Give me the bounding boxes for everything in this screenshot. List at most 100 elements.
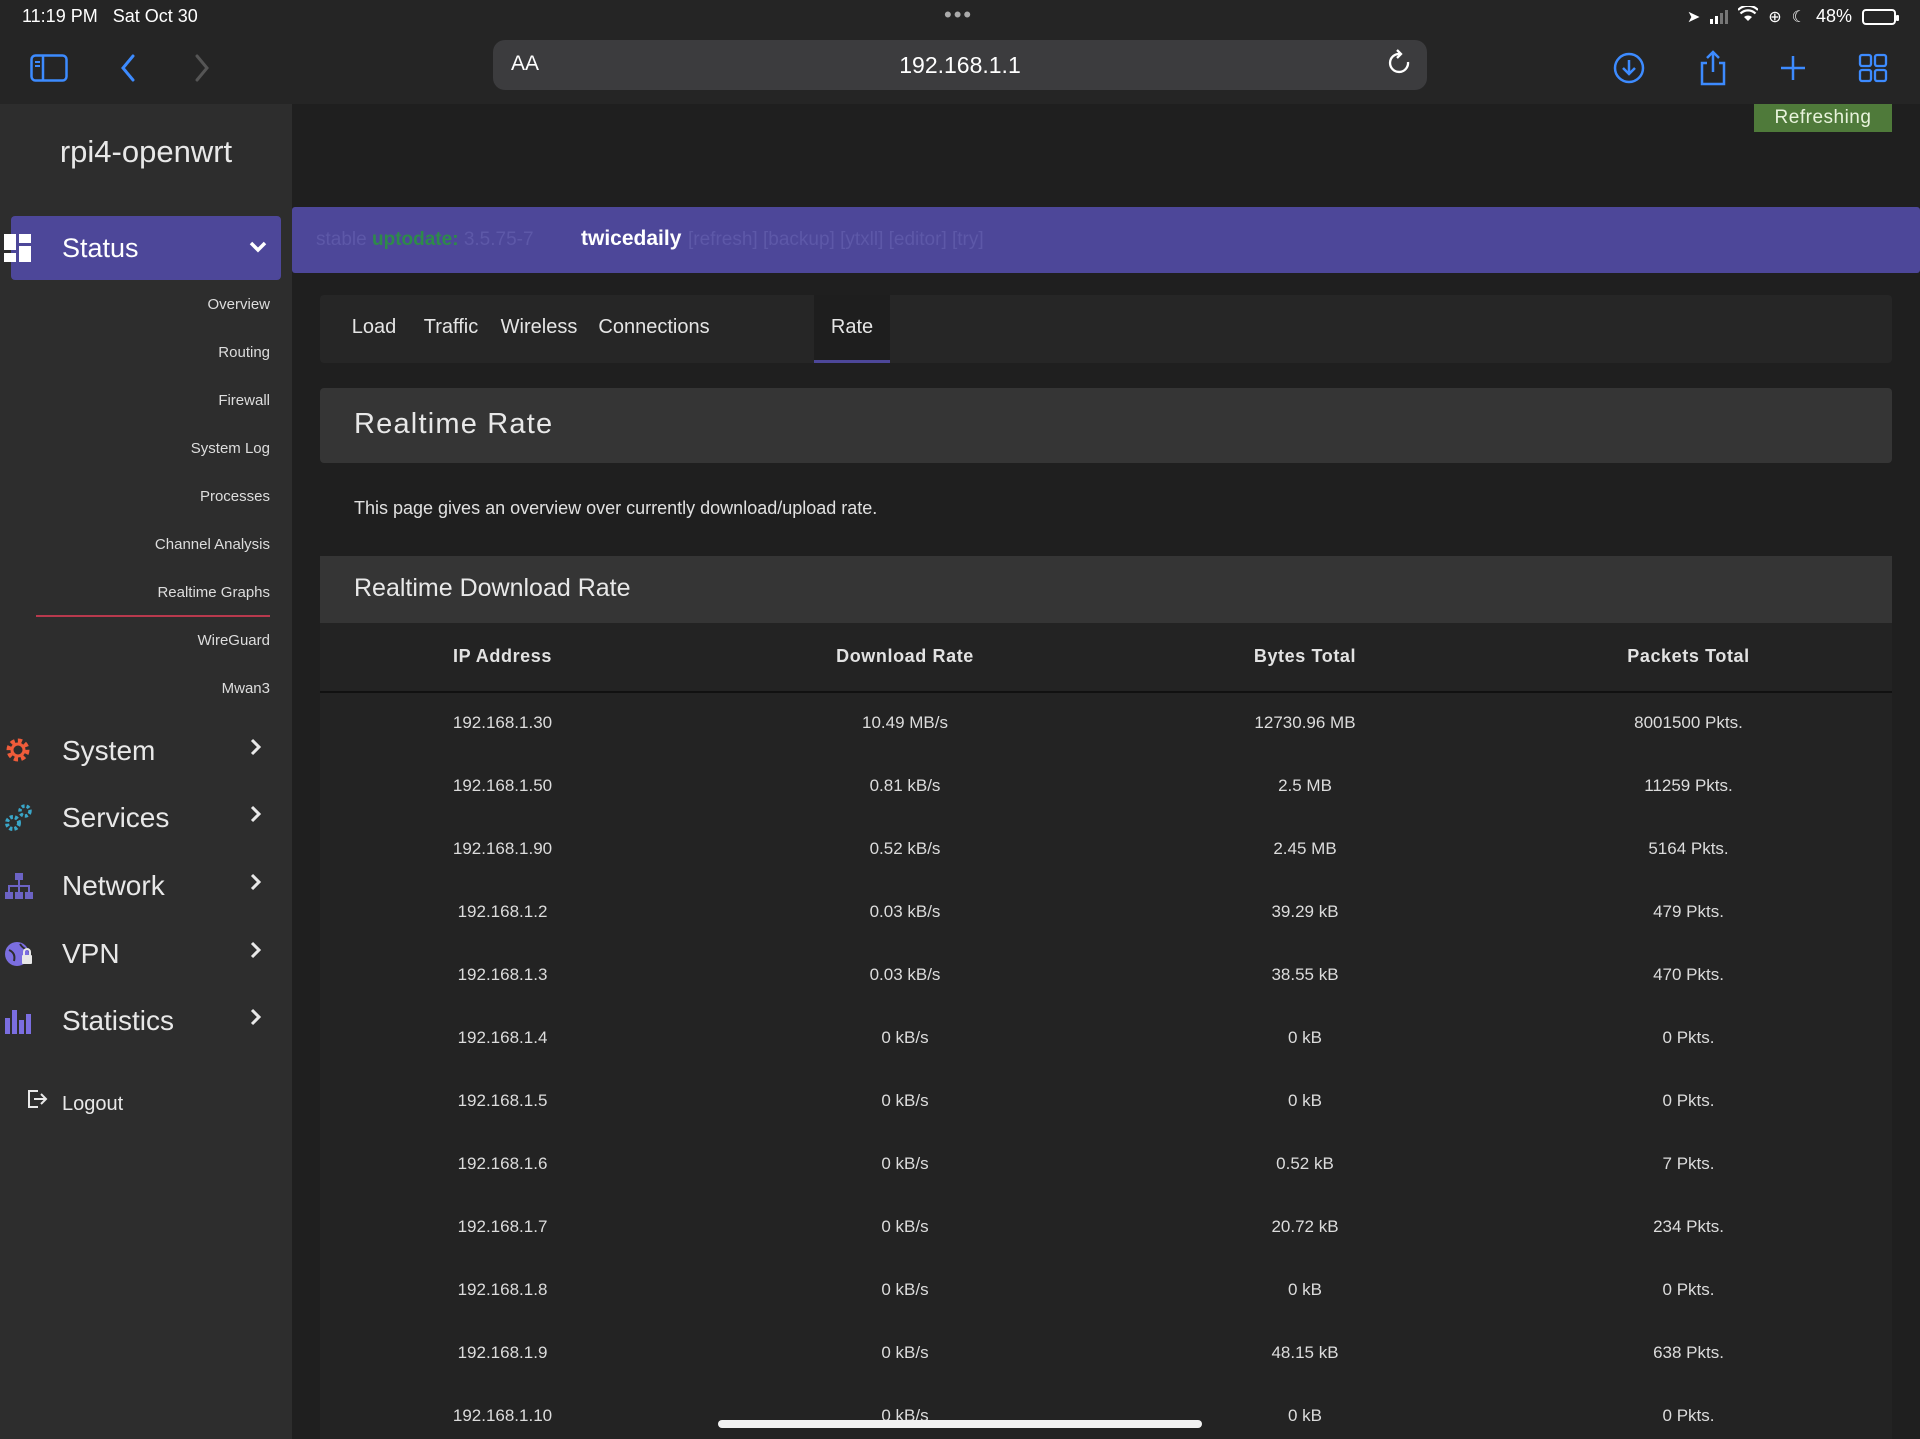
sidebar-menu-services[interactable]: Services bbox=[0, 796, 292, 840]
cogs-icon bbox=[4, 803, 34, 833]
tab-connections[interactable]: Connections bbox=[588, 295, 720, 363]
chevron-right-icon bbox=[250, 802, 262, 830]
sidebar-menu-label: VPN bbox=[62, 938, 120, 969]
cell-ip-address: 192.168.1.90 bbox=[452, 839, 553, 858]
cell-ip-address: 192.168.1.10 bbox=[452, 1406, 553, 1425]
sidebar-menu-label: Statistics bbox=[62, 1005, 175, 1036]
cell-packets-total: 11259 Pkts. bbox=[1644, 776, 1733, 795]
banner-prefix: stable uptodate: 3.5.75-7 bbox=[316, 229, 534, 250]
page-title: Realtime Rate bbox=[354, 408, 554, 440]
column-header-download-rate[interactable]: Download Rate bbox=[685, 646, 1125, 667]
tab-load[interactable]: Load bbox=[336, 295, 412, 363]
sidebar-item-firewall[interactable]: Firewall bbox=[218, 392, 270, 409]
table-row: 192.168.1.10 0 kB/s 0 kB 0 Pkts. bbox=[320, 1386, 1892, 1439]
network-icon bbox=[4, 871, 34, 901]
home-indicator[interactable] bbox=[718, 1420, 1202, 1428]
tab-rate[interactable]: Rate bbox=[814, 295, 890, 363]
table-row: 192.168.1.50 0.81 kB/s 2.5 MB 11259 Pkts. bbox=[320, 756, 1892, 819]
sidebar-toggle-icon[interactable] bbox=[29, 48, 69, 88]
table-row: 192.168.1.9 0 kB/s 48.15 kB 638 Pkts. bbox=[320, 1323, 1892, 1386]
chevron-right-icon bbox=[250, 1005, 262, 1033]
forward-icon[interactable] bbox=[182, 48, 222, 88]
share-icon[interactable] bbox=[1693, 48, 1733, 88]
cell-packets-total: 7 Pkts. bbox=[1662, 1154, 1715, 1173]
column-header-bytes-total[interactable]: Bytes Total bbox=[1125, 646, 1485, 667]
sidebar-item-wireguard[interactable]: WireGuard bbox=[197, 632, 270, 649]
cell-download-rate: 0 kB/s bbox=[881, 1028, 929, 1047]
back-icon[interactable] bbox=[108, 48, 148, 88]
cell-bytes-total: 48.15 kB bbox=[1271, 1343, 1339, 1362]
sidebar-item-realtime-graphs[interactable]: Realtime Graphs bbox=[157, 584, 270, 601]
cell-ip-address: 192.168.1.5 bbox=[457, 1091, 548, 1110]
sidebar-menu-label: Status bbox=[62, 233, 139, 263]
cell-bytes-total: 2.45 MB bbox=[1273, 839, 1337, 858]
sidebar-item-mwan3[interactable]: Mwan3 bbox=[222, 680, 270, 697]
sidebar-item-processes[interactable]: Processes bbox=[200, 488, 270, 505]
cell-bytes-total: 0 kB bbox=[1287, 1280, 1323, 1299]
table-row: 192.168.1.4 0 kB/s 0 kB 0 Pkts. bbox=[320, 1008, 1892, 1071]
sidebar-menu-vpn[interactable]: VPN bbox=[0, 932, 292, 976]
sidebar-item-channel-analysis[interactable]: Channel Analysis bbox=[155, 536, 270, 553]
table-row: 192.168.1.2 0.03 kB/s 39.29 kB 479 Pkts. bbox=[320, 882, 1892, 945]
table-row: 192.168.1.8 0 kB/s 0 kB 0 Pkts. bbox=[320, 1260, 1892, 1323]
multitasking-dots-icon[interactable]: ••• bbox=[944, 2, 973, 28]
cell-download-rate: 0 kB/s bbox=[881, 1154, 929, 1173]
banner-highlight[interactable]: twicedaily bbox=[581, 227, 681, 251]
sidebar-menu-label: Services bbox=[62, 802, 170, 833]
cell-download-rate: 0 kB/s bbox=[881, 1217, 929, 1236]
cell-packets-total: 0 Pkts. bbox=[1662, 1028, 1715, 1047]
cell-ip-address: 192.168.1.9 bbox=[457, 1343, 548, 1362]
cell-bytes-total: 0 kB bbox=[1287, 1091, 1323, 1110]
cell-ip-address: 192.168.1.8 bbox=[457, 1280, 548, 1299]
cell-ip-address: 192.168.1.6 bbox=[457, 1154, 548, 1173]
dashboard-icon bbox=[4, 234, 32, 262]
table-row: 192.168.1.5 0 kB/s 0 kB 0 Pkts. bbox=[320, 1071, 1892, 1134]
tab-traffic[interactable]: Traffic bbox=[412, 295, 490, 363]
cell-packets-total: 0 Pkts. bbox=[1662, 1091, 1715, 1110]
banner-status: uptodate: bbox=[371, 229, 459, 250]
banner-links[interactable]: [refresh] [backup] [ytxll] [editor] [try… bbox=[688, 229, 984, 251]
cell-download-rate: 0.03 kB/s bbox=[869, 965, 941, 984]
banner-version: 3.5.75-7 bbox=[463, 229, 534, 250]
logout-link[interactable]: Logout bbox=[26, 1088, 123, 1116]
cell-download-rate: 0.03 kB/s bbox=[869, 902, 941, 921]
sidebar-item-system-log[interactable]: System Log bbox=[191, 440, 270, 457]
update-banner: stable uptodate: 3.5.75-7 twicedaily [re… bbox=[292, 207, 1920, 273]
status-right-group: ➤ ⊕ ☾ 48% bbox=[1687, 4, 1899, 27]
cell-ip-address: 192.168.1.4 bbox=[457, 1028, 548, 1047]
sidebar-menu-network[interactable]: Network bbox=[0, 864, 292, 908]
wifi-icon bbox=[1737, 4, 1760, 27]
sidebar-menu-status[interactable]: Status bbox=[4, 216, 281, 280]
address-bar[interactable]: AA 192.168.1.1 bbox=[493, 40, 1427, 90]
chevron-right-icon bbox=[250, 938, 262, 966]
cell-bytes-total: 2.5 MB bbox=[1278, 776, 1332, 795]
sidebar-menu-label: System bbox=[62, 735, 156, 766]
tab-overview-icon[interactable] bbox=[1853, 48, 1893, 88]
downloads-icon[interactable] bbox=[1609, 48, 1649, 88]
new-tab-icon[interactable] bbox=[1773, 48, 1813, 88]
table-row: 192.168.1.90 0.52 kB/s 2.45 MB 5164 Pkts. bbox=[320, 819, 1892, 882]
cell-download-rate: 10.49 MB/s bbox=[862, 713, 948, 732]
sidebar-menu-statistics[interactable]: Statistics bbox=[0, 999, 292, 1043]
cell-ip-address: 192.168.1.3 bbox=[457, 965, 548, 984]
sidebar-menu-system[interactable]: System bbox=[0, 729, 292, 773]
gear-icon bbox=[4, 736, 34, 766]
reload-icon[interactable] bbox=[1387, 48, 1413, 85]
tab-wireless[interactable]: Wireless bbox=[490, 295, 588, 363]
tab-bar: Load Traffic Wireless Connections Rate bbox=[320, 295, 1892, 363]
brand-title[interactable]: rpi4-openwrt bbox=[0, 134, 292, 170]
cell-packets-total: 470 Pkts. bbox=[1653, 965, 1724, 984]
refreshing-badge[interactable]: Refreshing bbox=[1754, 104, 1892, 132]
cell-packets-total: 479 Pkts. bbox=[1653, 902, 1724, 921]
sidebar-item-routing[interactable]: Routing bbox=[218, 344, 270, 361]
page-title-panel: Realtime Rate bbox=[320, 388, 1892, 463]
column-header-ip[interactable]: IP Address bbox=[320, 646, 685, 667]
sidebar-item-overview[interactable]: Overview bbox=[207, 296, 270, 313]
table-row: 192.168.1.3 0.03 kB/s 38.55 kB 470 Pkts. bbox=[320, 945, 1892, 1008]
chevron-right-icon bbox=[250, 870, 262, 898]
url-text[interactable]: 192.168.1.1 bbox=[493, 52, 1427, 79]
cell-download-rate: 0 kB/s bbox=[881, 1091, 929, 1110]
sidebar-menu-label: Network bbox=[62, 870, 165, 901]
column-header-packets-total[interactable]: Packets Total bbox=[1485, 646, 1892, 667]
cell-packets-total: 638 Pkts. bbox=[1653, 1343, 1724, 1362]
